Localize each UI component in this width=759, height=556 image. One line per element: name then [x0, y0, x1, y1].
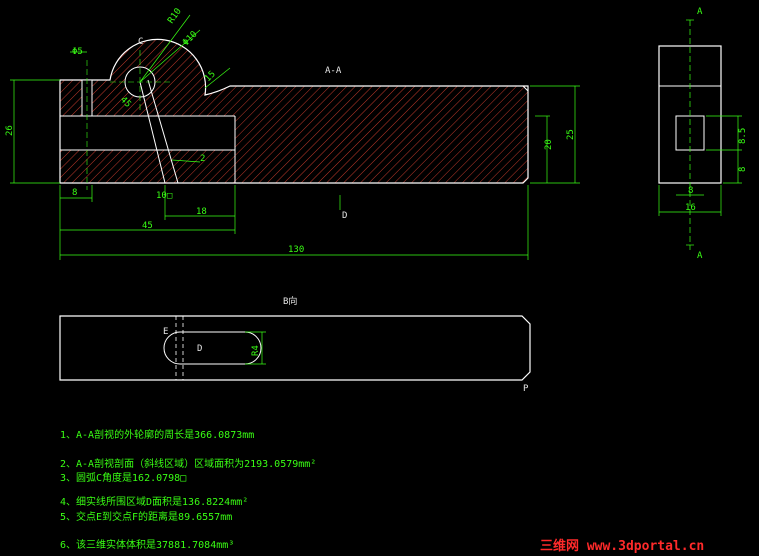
section-a-bottom: A	[697, 251, 703, 261]
label-e: E	[163, 327, 168, 337]
dim-side-w16: 16	[685, 203, 696, 213]
dim-w45: 45	[142, 221, 153, 231]
section-view-a-a: A-A C D R10 Φ10 Φ5 45 15 26 20 25 8 45 1…	[5, 7, 580, 260]
bottom-view-title: B向	[283, 295, 297, 307]
dim-h25: 25	[566, 129, 576, 140]
watermark: 三维网 www.3dportal.cn	[540, 538, 704, 554]
section-a-top: A	[697, 7, 703, 17]
label-c: C	[138, 37, 143, 47]
cad-drawing-canvas: A-A C D R10 Φ10 Φ5 45 15 26 20 25 8 45 1…	[5, 7, 748, 554]
side-view: A A 8.5 8 8 16	[658, 7, 748, 261]
note-5: 5、交点E到交点F的距离是89.6557mm	[60, 510, 232, 523]
dim-h20: 20	[544, 139, 554, 150]
dim-phi5: Φ5	[72, 47, 83, 57]
bottom-view-b: B向 E D P R4	[59, 295, 531, 394]
section-hatch-lower	[60, 150, 235, 183]
note-6: 6、该三维实体体积是37881.7084mm³	[60, 538, 234, 551]
dim-side-h85: 8.5	[738, 128, 748, 144]
dim-d2: 2	[200, 154, 205, 164]
section-hatch-body	[235, 116, 528, 183]
dim-w130: 130	[288, 245, 304, 255]
dim-r4: R4	[251, 345, 261, 356]
dim-h26: 26	[5, 125, 15, 136]
dim-side-w8: 8	[688, 186, 693, 196]
label-d-arrow: D	[342, 211, 347, 221]
note-2: 2、A-A剖视剖面（斜线区域）区域面积为2193.0579mm²	[60, 457, 316, 470]
note-3: 3、圆弧C角度是162.0798□	[60, 471, 186, 484]
dim-side-h8: 8	[738, 167, 748, 172]
note-4: 4、细实线所围区域D面积是136.8224mm²	[60, 495, 248, 508]
label-p: P	[523, 384, 529, 394]
dim-r10: R10	[166, 7, 184, 26]
label-d-region: D	[197, 344, 202, 354]
section-title: A-A	[325, 66, 342, 76]
dim-d10: 10□	[156, 191, 173, 201]
dim-w18: 18	[196, 207, 207, 217]
note-1: 1、A-A剖视的外轮廓的周长是366.0873mm	[60, 428, 254, 441]
notes-block: 1、A-A剖视的外轮廓的周长是366.0873mm 2、A-A剖视剖面（斜线区域…	[60, 428, 316, 551]
region-d-slot	[163, 331, 262, 365]
dim-w8: 8	[72, 188, 77, 198]
